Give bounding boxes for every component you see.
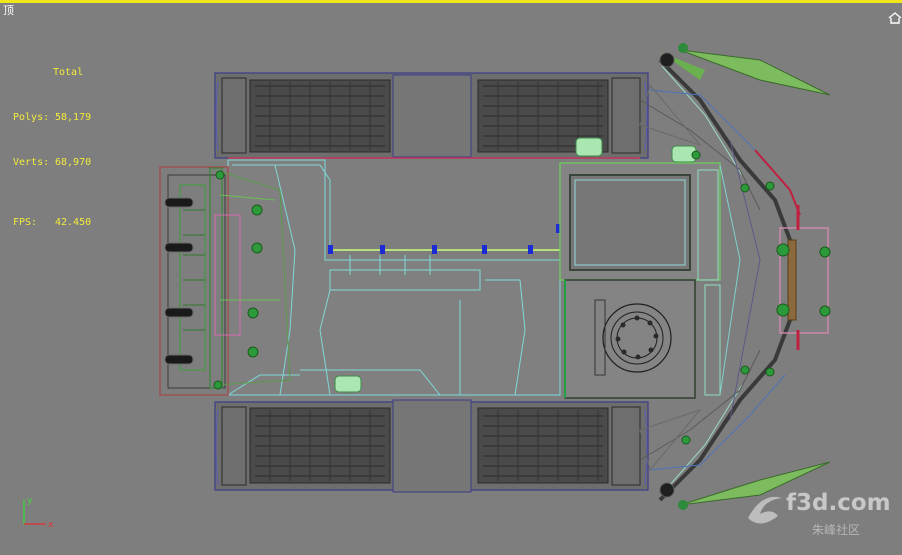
stats-fps-value: 42.450 bbox=[55, 217, 92, 228]
axis-y-label: y bbox=[27, 496, 33, 506]
house-icon[interactable] bbox=[888, 12, 902, 24]
viewport-top[interactable]: 顶 Total Polys: 58,179 Verts: 68,970 FPS:… bbox=[0, 0, 902, 555]
hull bbox=[227, 159, 561, 396]
stats-verts-value: 68,970 bbox=[55, 157, 92, 168]
stats-polys-label: Polys: bbox=[13, 112, 50, 123]
statistics-overlay: Total Polys: 58,179 Verts: 68,970 FPS: 4… bbox=[13, 35, 91, 260]
lower-track bbox=[214, 399, 649, 493]
stats-polys-row: Polys: 58,179 bbox=[13, 110, 91, 125]
stats-fps-row: FPS: 42.450 bbox=[13, 215, 91, 230]
stats-verts-label: Verts: bbox=[13, 157, 50, 168]
watermark-subtext: 朱峰社区 bbox=[812, 523, 861, 537]
center-rail bbox=[328, 224, 561, 254]
stats-verts-row: Verts: 68,970 bbox=[13, 155, 91, 170]
watermark: f3d.com 朱峰社区 bbox=[742, 488, 902, 543]
viewport-label[interactable]: 顶 bbox=[3, 2, 14, 18]
watermark-text: f3d.com bbox=[786, 490, 891, 516]
stats-polys-value: 58,179 bbox=[55, 112, 92, 123]
cabin bbox=[559, 162, 721, 399]
axis-tripod-icon: y x bbox=[23, 496, 54, 530]
stats-total-label: Total bbox=[53, 67, 84, 78]
model-wireframe[interactable] bbox=[0, 0, 902, 555]
axis-x-label: x bbox=[48, 520, 54, 530]
swirl-logo-icon bbox=[748, 496, 782, 524]
stats-fps-label: FPS: bbox=[13, 217, 38, 228]
